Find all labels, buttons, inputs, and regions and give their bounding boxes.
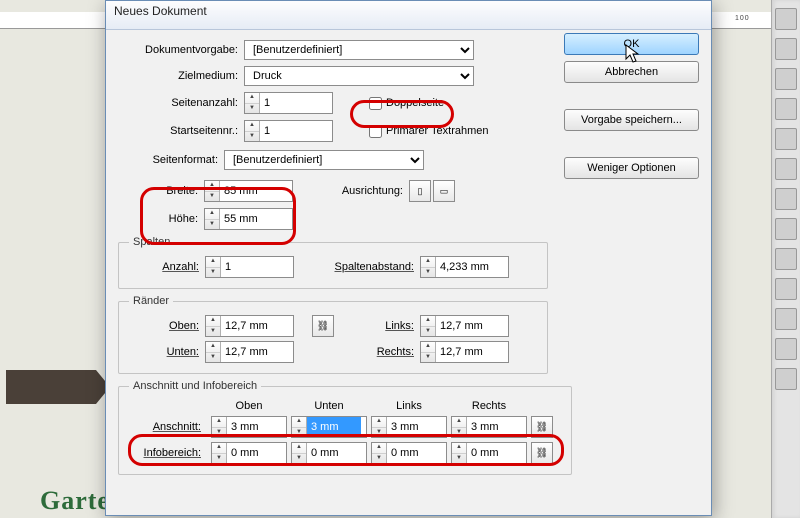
margins-link-icon[interactable]: ⛓ <box>312 315 334 337</box>
margin-top-spinner[interactable]: ▲▼ <box>205 315 294 337</box>
width-label: Breite: <box>118 185 204 197</box>
pages-label: Seitenanzahl: <box>118 97 244 109</box>
margin-left-spinner[interactable]: ▲▼ <box>420 315 509 337</box>
orientation-label: Ausrichtung: <box>293 185 409 197</box>
app-side-panel <box>771 0 800 518</box>
slug-top-spinner[interactable]: ▲▼ <box>211 442 287 464</box>
gutter-label: Spaltenabstand: <box>294 261 420 273</box>
facing-pages-checkbox[interactable]: Doppelseite <box>369 97 444 110</box>
gutter-input[interactable] <box>436 257 508 277</box>
panel-icon[interactable] <box>775 128 797 150</box>
slug-right-spinner[interactable]: ▲▼ <box>451 442 527 464</box>
bleed-right-spinner[interactable]: ▲▼ <box>451 416 527 438</box>
slug-label: Infobereich: <box>129 447 207 459</box>
bleed-bottom-spinner[interactable]: ▲▼ <box>291 416 367 438</box>
margin-right-label: Rechts: <box>334 346 420 358</box>
panel-icon[interactable] <box>775 38 797 60</box>
panel-icon[interactable] <box>775 98 797 120</box>
slug-link-icon[interactable]: ⛓ <box>531 442 553 464</box>
orientation-portrait-icon[interactable]: ▯ <box>409 180 431 202</box>
pagesize-combo[interactable]: [Benutzerdefiniert] <box>224 150 424 170</box>
bleed-group: Anschnitt und Infobereich Oben Unten Lin… <box>118 380 572 475</box>
height-input[interactable] <box>220 209 292 229</box>
panel-icon[interactable] <box>775 308 797 330</box>
bleed-col-top: Oben <box>211 400 287 412</box>
dialog-title: Neues Dokument <box>106 1 711 30</box>
startpage-label: Startseitennr.: <box>118 125 244 137</box>
pagesize-label: Seitenformat: <box>118 154 224 166</box>
margin-top-label: Oben: <box>129 320 205 332</box>
margin-bottom-label: Unten: <box>129 346 205 358</box>
height-label: Höhe: <box>118 213 204 225</box>
panel-icon[interactable] <box>775 8 797 30</box>
column-count-input[interactable] <box>221 257 293 277</box>
columns-group: Spalten Anzahl: ▲▼ Spaltenabstand: ▲▼ <box>118 236 548 289</box>
columns-legend: Spalten <box>129 236 174 248</box>
panel-icon[interactable] <box>775 248 797 270</box>
fewer-options-button[interactable]: Weniger Optionen <box>564 157 699 179</box>
startpage-input[interactable] <box>260 121 332 141</box>
new-document-dialog: Neues Dokument Dokumentvorgabe: [Benutze… <box>105 0 712 516</box>
margin-right-spinner[interactable]: ▲▼ <box>420 341 509 363</box>
margin-left-label: Links: <box>334 320 420 332</box>
margins-group: Ränder Oben: ▲▼ ⛓ Links: ▲▼ Unten: ▲▼ Re… <box>118 295 548 374</box>
orientation-landscape-icon[interactable]: ▭ <box>433 180 455 202</box>
pages-spinner[interactable]: ▲▼ <box>244 92 333 114</box>
bleed-link-icon[interactable]: ⛓ <box>531 416 553 438</box>
panel-icon[interactable] <box>775 338 797 360</box>
bg-ribbon <box>6 370 96 404</box>
column-count-spinner[interactable]: ▲▼ <box>205 256 294 278</box>
column-count-label: Anzahl: <box>129 261 205 273</box>
preset-combo[interactable]: [Benutzerdefiniert] <box>244 40 474 60</box>
panel-icon[interactable] <box>775 278 797 300</box>
panel-icon[interactable] <box>775 218 797 240</box>
primary-textframe-checkbox[interactable]: Primärer Textrahmen <box>369 125 489 138</box>
panel-icon[interactable] <box>775 368 797 390</box>
pages-input[interactable] <box>260 93 332 113</box>
startpage-spinner[interactable]: ▲▼ <box>244 120 333 142</box>
intent-label: Zielmedium: <box>118 70 244 82</box>
facing-pages-label: Doppelseite <box>386 97 444 109</box>
bleed-col-bottom: Unten <box>291 400 367 412</box>
bleed-legend: Anschnitt und Infobereich <box>129 380 261 392</box>
height-spinner[interactable]: ▲▼ <box>204 208 293 230</box>
width-spinner[interactable]: ▲▼ <box>204 180 293 202</box>
cancel-button[interactable]: Abbrechen <box>564 61 699 83</box>
panel-icon[interactable] <box>775 188 797 210</box>
width-input[interactable] <box>220 181 292 201</box>
bleed-col-left: Links <box>371 400 447 412</box>
preset-label: Dokumentvorgabe: <box>118 44 244 56</box>
ok-button[interactable]: OK <box>564 33 699 55</box>
save-preset-button[interactable]: Vorgabe speichern... <box>564 109 699 131</box>
bleed-label: Anschnitt: <box>129 421 207 433</box>
primary-textframe-label: Primärer Textrahmen <box>386 125 489 137</box>
ruler-mark: 100 <box>735 15 750 22</box>
panel-icon[interactable] <box>775 68 797 90</box>
intent-combo[interactable]: Druck <box>244 66 474 86</box>
panel-icon[interactable] <box>775 158 797 180</box>
gutter-spinner[interactable]: ▲▼ <box>420 256 509 278</box>
bleed-col-right: Rechts <box>451 400 527 412</box>
bleed-top-spinner[interactable]: ▲▼ <box>211 416 287 438</box>
bleed-left-spinner[interactable]: ▲▼ <box>371 416 447 438</box>
margins-legend: Ränder <box>129 295 173 307</box>
slug-bottom-spinner[interactable]: ▲▼ <box>291 442 367 464</box>
margin-bottom-spinner[interactable]: ▲▼ <box>205 341 294 363</box>
slug-left-spinner[interactable]: ▲▼ <box>371 442 447 464</box>
